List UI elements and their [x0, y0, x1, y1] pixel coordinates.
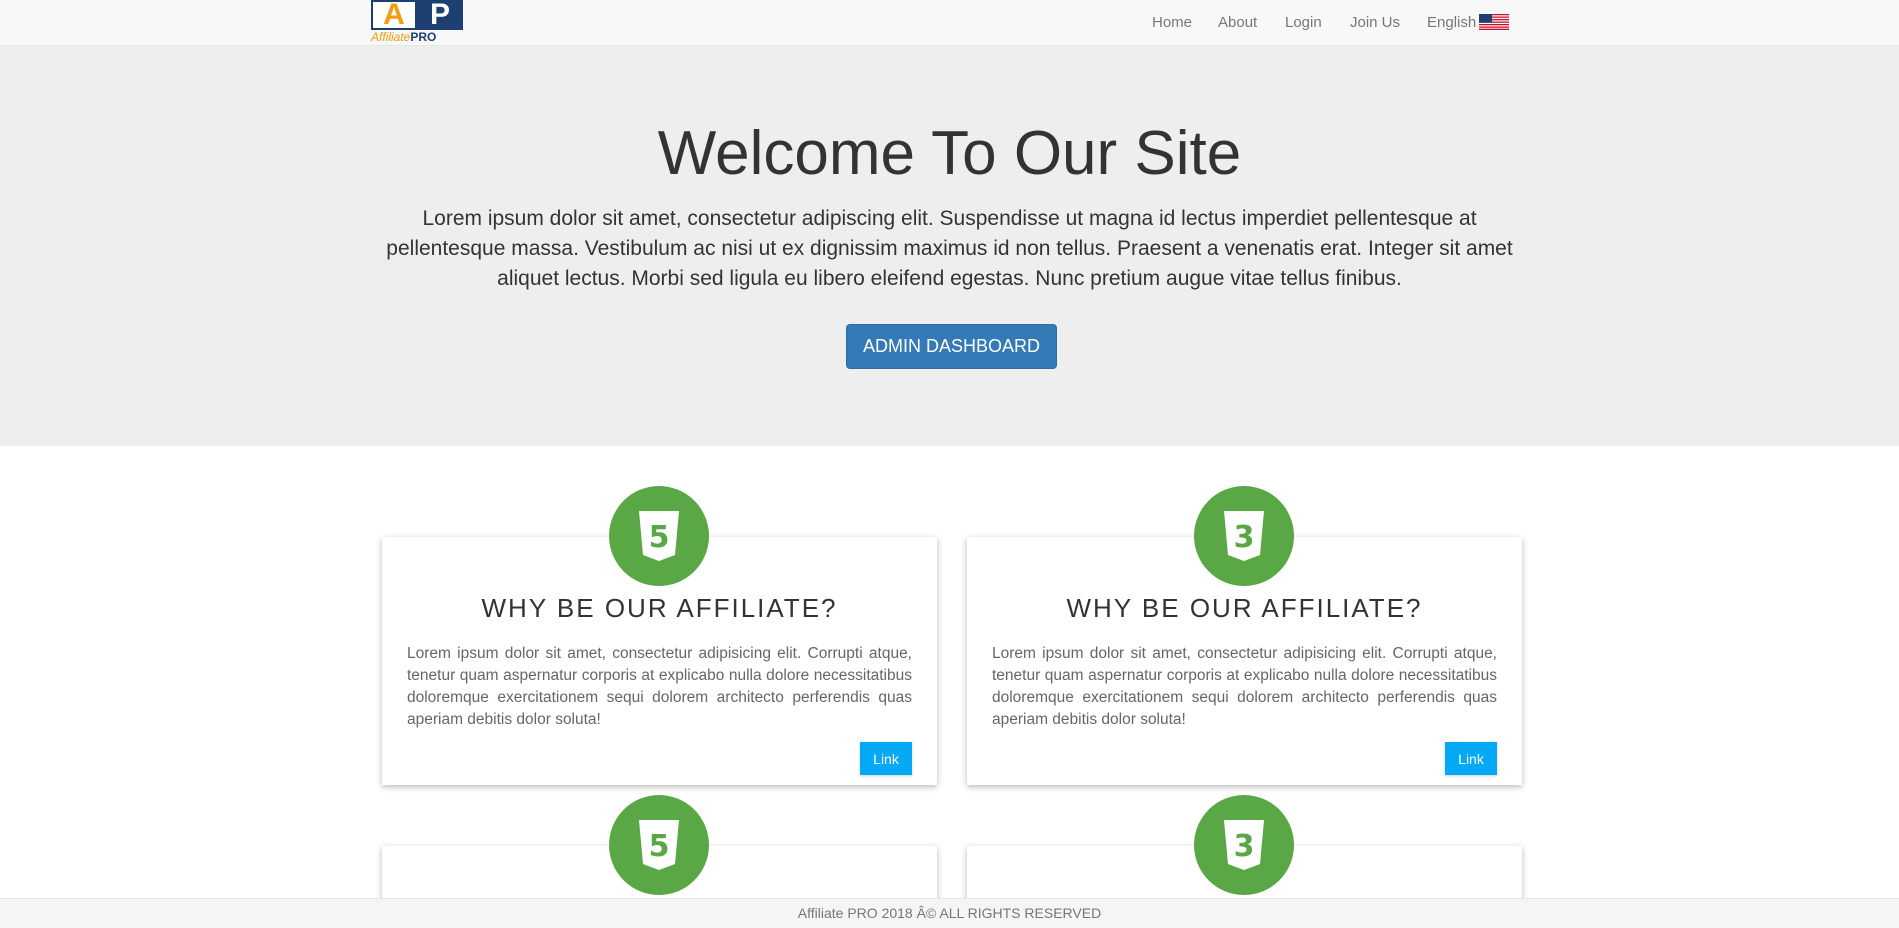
footer: Affiliate PRO 2018 Â© ALL RIGHTS RESERVE…	[0, 898, 1899, 928]
logo-letter-p: P	[417, 0, 463, 30]
nav-home[interactable]: Home	[1152, 0, 1192, 44]
html5-glyph: 5	[649, 829, 670, 864]
html5-icon: 5	[639, 511, 679, 561]
css3-icon: 3	[1224, 511, 1264, 561]
nav-about-label: About	[1218, 13, 1258, 31]
card-link-button[interactable]: Link	[1445, 742, 1497, 775]
html5-glyph: 5	[649, 520, 670, 555]
affiliate-pro-logo[interactable]: A P AffiliatePRO	[371, 0, 467, 44]
nav-home-label: Home	[1152, 13, 1193, 31]
css3-badge: 3	[1194, 486, 1294, 586]
us-flag-icon	[1479, 14, 1510, 30]
footer-copyright: Affiliate PRO 2018 Â© ALL RIGHTS RESERVE…	[797, 905, 1102, 921]
language-label: English	[1427, 13, 1477, 31]
html5-badge: 5	[609, 486, 709, 586]
css3-glyph: 3	[1234, 520, 1255, 555]
hero-description: Lorem ipsum dolor sit amet, consectetur …	[386, 207, 1513, 290]
hero-title: Welcome To Our Site	[657, 119, 1242, 188]
card-title: WHY BE OUR AFFILIATE?	[1066, 593, 1423, 623]
css3-badge: 3	[1194, 795, 1294, 895]
logo-text-pro: PRO	[410, 30, 437, 44]
navbar: A P AffiliatePRO Home About Login Join U…	[0, 0, 1899, 46]
nav-join-us[interactable]: Join Us	[1350, 0, 1400, 44]
card-text: Lorem ipsum dolor sit amet, consectetur …	[407, 645, 912, 728]
nav-about[interactable]: About	[1218, 0, 1257, 44]
css3-glyph: 3	[1234, 829, 1255, 864]
language-selector[interactable]: English	[1427, 0, 1510, 44]
css3-icon: 3	[1224, 820, 1264, 870]
nav-login-label: Login	[1285, 13, 1322, 31]
html5-icon: 5	[639, 820, 679, 870]
logo-text-affiliate: Affiliate	[371, 30, 411, 44]
nav-join-us-label: Join Us	[1350, 13, 1401, 31]
card-text: Lorem ipsum dolor sit amet, consectetur …	[992, 645, 1497, 728]
logo-text: AffiliatePRO	[371, 30, 467, 44]
admin-dashboard-button[interactable]: ADMIN DASHBOARD	[846, 324, 1057, 369]
nav-login[interactable]: Login	[1285, 0, 1322, 44]
card-link-button[interactable]: Link	[860, 742, 912, 775]
hero-jumbotron: Welcome To Our Site Lorem ipsum dolor si…	[0, 46, 1899, 446]
logo-letter-a: A	[371, 0, 417, 30]
card-title: WHY BE OUR AFFILIATE?	[481, 593, 838, 623]
html5-badge: 5	[609, 795, 709, 895]
